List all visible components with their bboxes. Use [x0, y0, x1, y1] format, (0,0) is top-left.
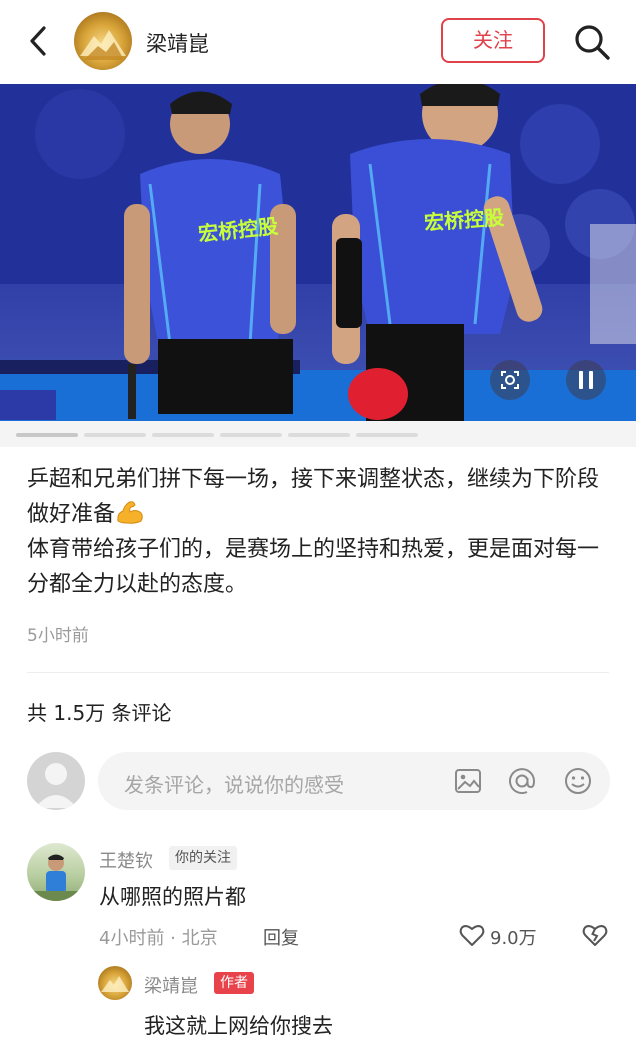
user-placeholder-icon — [35, 763, 77, 808]
comment-count: 共 1.5万 条评论 — [27, 701, 172, 725]
post-line: 体育带给孩子们的，是赛场上的坚持和热爱，更是面对每一分都全力以赴的态度。 — [27, 537, 600, 597]
image-pager — [0, 421, 636, 447]
commenter-name[interactable]: 王楚钦 — [99, 847, 153, 873]
comment-input[interactable]: 发条评论，说说你的感受 — [98, 752, 610, 810]
divider — [27, 672, 609, 673]
at-icon[interactable] — [507, 766, 537, 796]
reply-text[interactable]: 我这就上网给你搜去 — [144, 1010, 333, 1040]
photo-scene — [0, 84, 636, 421]
post-photo[interactable]: 宏桥控股 宏桥控股 — [0, 84, 636, 421]
top-bar: 梁靖崑 关注 — [0, 0, 636, 84]
chevron-left-icon — [30, 26, 46, 56]
jersey-text-right: 宏桥控股 — [423, 205, 505, 235]
pager-segment — [220, 433, 282, 437]
author-avatar[interactable] — [74, 12, 132, 70]
zoom-icon — [501, 371, 519, 389]
pager-segment — [16, 433, 78, 437]
emoji-icon[interactable] — [563, 766, 593, 796]
pause-icon — [579, 371, 593, 389]
post-timestamp: 5小时前 — [27, 626, 89, 646]
my-avatar — [27, 752, 85, 810]
follow-button[interactable]: 关注 — [441, 18, 545, 63]
pager-segment — [152, 433, 214, 437]
zoom-button[interactable] — [490, 360, 530, 400]
comment-input-placeholder[interactable]: 发条评论，说说你的感受 — [124, 769, 344, 798]
back-button[interactable] — [22, 22, 56, 60]
search-icon — [575, 25, 610, 60]
author-name[interactable]: 梁靖崑 — [146, 28, 209, 58]
pause-button[interactable] — [566, 360, 606, 400]
post-line: 乒超和兄弟们拼下每一场，接下来调整状态，继续为下阶段做好准备 — [27, 467, 600, 527]
reply-author-name[interactable]: 梁靖崑 — [144, 972, 198, 998]
image-icon[interactable] — [453, 766, 483, 796]
commenter-avatar[interactable] — [27, 843, 85, 901]
like-count: 9.0万 — [490, 928, 537, 949]
pager-segment — [84, 433, 146, 437]
search-button[interactable] — [572, 22, 612, 62]
reply-button[interactable]: 回复 — [263, 924, 299, 950]
author-badge: 作者 — [214, 972, 254, 994]
following-badge: 你的关注 — [169, 846, 237, 870]
heart-icon[interactable] — [458, 921, 486, 949]
pager-segment — [288, 433, 350, 437]
comment-meta: 4小时前 · 北京 — [99, 928, 218, 949]
pager-segment — [356, 433, 418, 437]
comment-text[interactable]: 从哪照的照片都 — [99, 881, 246, 911]
flexed-biceps-icon — [117, 501, 143, 524]
reply-author-avatar[interactable] — [98, 966, 132, 1000]
post-body: 乒超和兄弟们拼下每一场，接下来调整状态，继续为下阶段做好准备 体育带给孩子们的，… — [27, 462, 612, 602]
broken-heart-icon[interactable] — [581, 921, 609, 949]
